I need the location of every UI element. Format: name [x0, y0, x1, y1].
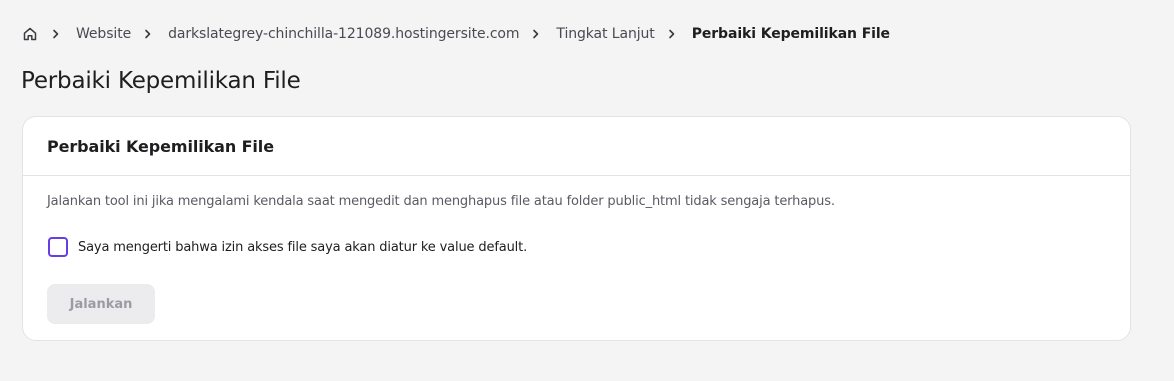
chevron-right-icon — [664, 26, 680, 42]
breadcrumb-item-current: Perbaiki Kepemilikan File — [691, 26, 890, 42]
page: Website darkslategrey-chinchilla-121089.… — [0, 0, 1174, 381]
confirm-checkbox-label[interactable]: Saya mengerti bahwa izin akses file saya… — [78, 240, 527, 255]
chevron-right-icon — [140, 26, 156, 42]
fix-file-ownership-card: Perbaiki Kepemilikan File Jalankan tool … — [22, 116, 1131, 341]
breadcrumb-item-advanced[interactable]: Tingkat Lanjut — [556, 26, 654, 42]
chevron-right-icon — [48, 26, 64, 42]
chevron-right-icon — [528, 26, 544, 42]
home-icon[interactable] — [21, 25, 39, 43]
confirm-checkbox[interactable] — [48, 237, 68, 257]
page-title: Perbaiki Kepemilikan File — [21, 68, 301, 94]
breadcrumb-item-website[interactable]: Website — [76, 26, 131, 42]
card-header: Perbaiki Kepemilikan File — [23, 117, 1130, 176]
confirm-checkbox-row[interactable]: Saya mengerti bahwa izin akses file saya… — [48, 237, 527, 257]
card-description: Jalankan tool ini jika mengalami kendala… — [47, 194, 835, 209]
run-button[interactable]: Jalankan — [47, 284, 155, 324]
card-title: Perbaiki Kepemilikan File — [47, 136, 274, 156]
breadcrumb: Website darkslategrey-chinchilla-121089.… — [21, 23, 890, 45]
breadcrumb-item-domain[interactable]: darkslategrey-chinchilla-121089.hostinge… — [168, 26, 519, 42]
